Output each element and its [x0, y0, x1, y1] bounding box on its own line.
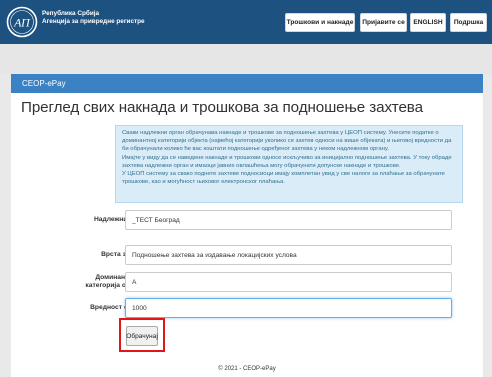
brand-line-2: Агенција за привредне регистре — [42, 17, 145, 25]
request-type-select[interactable] — [125, 245, 452, 265]
nav-support-button[interactable]: Подршка — [450, 13, 487, 32]
apr-logo-icon[interactable]: АП — [6, 6, 40, 38]
footer-copyright: © 2021 - CEOP-ePay — [218, 366, 276, 372]
nav-fees-button[interactable]: Трошкови и накнаде — [285, 13, 355, 32]
authority-select[interactable] — [125, 210, 452, 230]
brand-text: Република Србија Агенција за привредне р… — [42, 10, 145, 25]
nav-english-button[interactable]: ENGLISH — [410, 13, 446, 32]
calculate-highlight: Обрачунај — [119, 318, 165, 352]
info-paragraph-1: Сваки надлежни орган обрачунава накнаде … — [122, 130, 452, 153]
category-select[interactable] — [125, 272, 452, 292]
brand-line-1: Република Србија — [42, 10, 100, 17]
main-panel: CEOP-ePay Преглед свих накнада и трошков… — [11, 74, 483, 377]
info-paragraph-3: У ЦЕОП систему за свако поднете захтеве … — [122, 171, 445, 186]
object-value-input[interactable] — [125, 298, 452, 318]
page-title: Преглед свих накнада и трошкова за подно… — [21, 99, 423, 116]
panel-heading: CEOP-ePay — [11, 74, 483, 93]
header-strip — [0, 44, 492, 74]
top-navbar: АП Република Србија Агенција за привредн… — [0, 0, 492, 44]
nav-login-button[interactable]: Пријавите се — [360, 13, 407, 32]
info-paragraph-2: Имајте у виду да се наведене накнаде и т… — [122, 154, 452, 169]
svg-text:АП: АП — [13, 16, 31, 30]
info-alert: Сваки надлежни орган обрачунава накнаде … — [115, 125, 463, 203]
calculate-button[interactable]: Обрачунај — [126, 326, 158, 346]
